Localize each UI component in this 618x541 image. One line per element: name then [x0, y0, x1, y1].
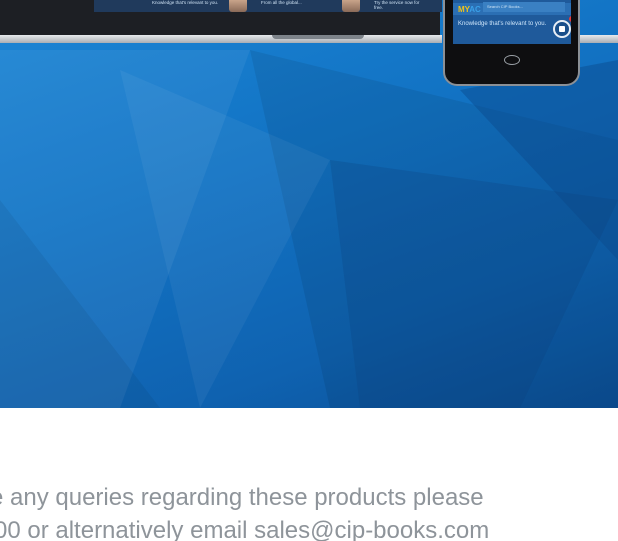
contact-text-line-2: 00 or alternatively email sales@cip-book…: [0, 517, 490, 541]
laptop-base: [0, 35, 442, 43]
contact-footer: e any queries regarding these products p…: [0, 480, 618, 541]
laptop-website-preview: Knowledge that's relevant to you. From a…: [94, 0, 442, 12]
laptop-tile-3: Try the service now for free.: [374, 0, 420, 10]
search-input: Search CIP Books...: [483, 2, 565, 12]
laptop-screen: Knowledge that's relevant to you. From a…: [0, 0, 442, 38]
person-photo: [342, 0, 360, 12]
home-button-icon: [504, 55, 520, 65]
laptop-notch: [272, 35, 364, 39]
laptop-tile-2: From all the global...: [261, 0, 302, 5]
person-photo: [229, 0, 247, 12]
laptop-base-right: [578, 35, 618, 43]
hero-banner: Knowledge that's relevant to you. From a…: [0, 0, 618, 408]
phone-device: MYAC Search CIP Books... Knowledge that'…: [443, 0, 580, 86]
chat-icon: [553, 20, 571, 38]
phone-screen: MYAC Search CIP Books... Knowledge that'…: [453, 0, 571, 44]
notification-dot: [569, 16, 571, 22]
laptop-tile-1: Knowledge that's relevant to you.: [152, 0, 219, 5]
phone-tagline: Knowledge that's relevant to you.: [458, 21, 547, 27]
brand-logo: MYAC: [458, 5, 481, 14]
contact-text-line-1: e any queries regarding these products p…: [0, 484, 484, 511]
